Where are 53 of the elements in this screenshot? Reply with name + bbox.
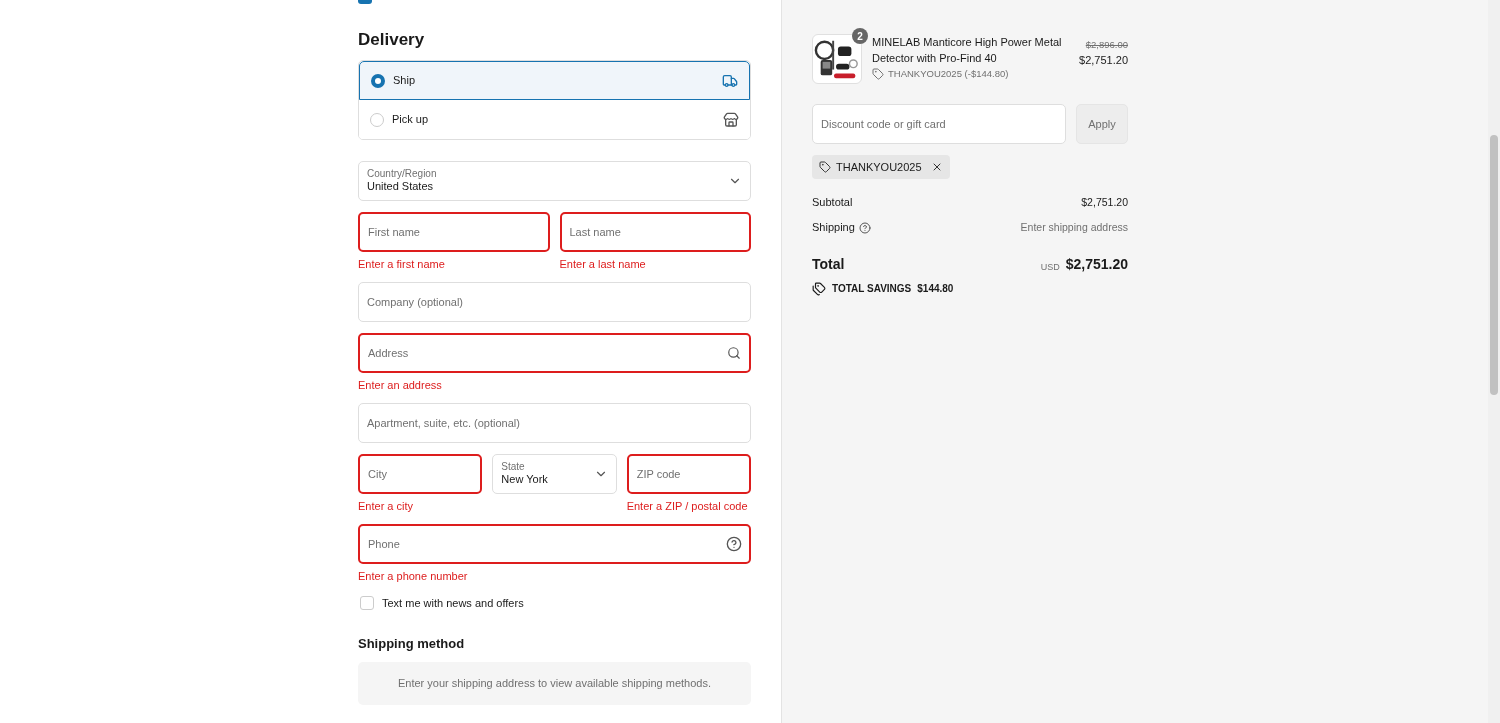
tag-icon bbox=[872, 68, 884, 81]
field-value: United States bbox=[367, 180, 435, 195]
error-message: Enter a city bbox=[358, 499, 415, 513]
price: $2,751.20 bbox=[1079, 53, 1128, 69]
error-message: Enter a phone number bbox=[358, 569, 469, 583]
original-price: $2,896.00 bbox=[1085, 38, 1128, 52]
field-label: State bbox=[501, 460, 526, 474]
input-field[interactable]: First name bbox=[358, 212, 550, 252]
option-label: Pick up bbox=[392, 112, 430, 128]
input-field[interactable]: ZIP code bbox=[626, 454, 751, 494]
quantity-badge: 2 bbox=[852, 28, 868, 44]
input-field[interactable]: Last name bbox=[559, 212, 751, 252]
summary-value: Enter shipping address bbox=[1020, 219, 1128, 235]
summary-value: $2,751.20 bbox=[1081, 194, 1128, 210]
select-field[interactable]: State New York bbox=[492, 454, 617, 494]
search-icon bbox=[727, 346, 741, 360]
total-amount: $2,751.20 bbox=[1065, 255, 1128, 274]
product-name: MINELAB Manticore High Power Metal Detector with Pro-Find 40 bbox=[872, 35, 1063, 66]
section-heading: Shipping method bbox=[358, 634, 466, 653]
store-icon bbox=[723, 111, 739, 128]
help-icon bbox=[726, 536, 742, 552]
error-message: Enter a ZIP / postal code bbox=[626, 499, 749, 513]
error-message: Enter a last name bbox=[559, 257, 647, 271]
summary-label: Shipping bbox=[812, 220, 855, 236]
code-label: THANKYOU2025 bbox=[836, 159, 922, 175]
tags-icon bbox=[812, 281, 826, 296]
error-message: Enter a first name bbox=[358, 257, 446, 271]
total-label: Total bbox=[812, 255, 845, 274]
discount-label: THANKYOU2025 (-$144.80) bbox=[888, 67, 1009, 81]
error-message: Enter an address bbox=[358, 378, 443, 392]
apply-button[interactable]: Apply bbox=[1076, 104, 1128, 144]
help-icon bbox=[858, 221, 871, 234]
sms-checkbox[interactable] bbox=[360, 596, 374, 611]
field-value: New York bbox=[501, 473, 548, 488]
input-field[interactable]: Address bbox=[358, 333, 751, 373]
section-heading: Delivery bbox=[358, 30, 426, 50]
select-field[interactable]: Country/Region United States bbox=[358, 161, 751, 201]
delivery-option[interactable]: Ship bbox=[359, 61, 750, 100]
checkbox-label: Text me with news and offers bbox=[382, 596, 524, 611]
field-label: Country/Region bbox=[367, 167, 437, 181]
input-field[interactable]: City bbox=[358, 454, 483, 494]
discount-code-field[interactable]: Discount code or gift card bbox=[812, 104, 1066, 144]
truck-icon bbox=[722, 72, 738, 89]
radio-button[interactable] bbox=[371, 73, 385, 88]
scrollbar-thumb[interactable] bbox=[1490, 135, 1498, 395]
option-label: Ship bbox=[393, 73, 417, 89]
summary-label: Subtotal bbox=[812, 195, 853, 211]
savings-amount: $144.80 bbox=[917, 282, 954, 296]
tag-icon bbox=[819, 161, 831, 173]
currency-code: USD bbox=[1040, 260, 1060, 274]
shipping-method-notice: Enter your shipping address to view available shipping methods. bbox=[358, 662, 751, 705]
input-field[interactable]: Phone bbox=[358, 524, 751, 564]
savings-label: TOTAL SAVINGS bbox=[832, 282, 912, 296]
